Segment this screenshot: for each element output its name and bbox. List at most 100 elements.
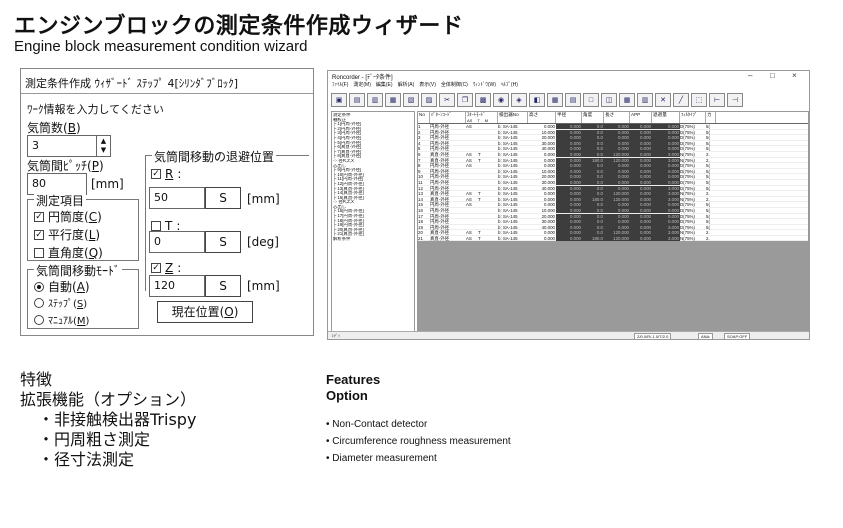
table-cell[interactable]: 0.0 (582, 219, 604, 225)
table-cell[interactable]: 20.000 (528, 174, 556, 179)
col-angle[interactable]: 角度 (582, 112, 604, 123)
new-icon[interactable]: ▣ (331, 93, 347, 107)
table-cell[interactable]: 0.000 (652, 163, 680, 169)
table-cell[interactable]: 180.0 (582, 196, 604, 203)
table-cell[interactable]: 0.000 (652, 140, 680, 147)
col-retreat[interactable]: 退避量 (652, 112, 680, 123)
maximize-icon[interactable]: □ (770, 71, 775, 80)
table-cell[interactable]: 0.000 (604, 140, 630, 147)
current-position-button[interactable]: 現在位置(O) (157, 301, 253, 323)
table-cell[interactable]: 0.000 (556, 146, 582, 152)
table-cell[interactable]: 16 (418, 208, 430, 213)
table-cell[interactable]: 5( (706, 214, 716, 219)
menu-measure[interactable]: 測定(M) (353, 81, 371, 88)
table-cell[interactable]: 5( (706, 141, 716, 146)
table-cell[interactable]: b: SA-145 (498, 202, 528, 207)
table-cell[interactable]: 40.000 (528, 186, 556, 191)
table-cell[interactable]: 円周-外径 (430, 163, 466, 168)
table-cell[interactable]: 0.000 (630, 219, 652, 225)
table-cell[interactable]: 3.000 (652, 196, 680, 203)
table-cell[interactable]: b: SA-145 (498, 163, 528, 168)
select-icon[interactable]: ⬚ (691, 93, 707, 107)
table-cell[interactable]: 20 (418, 230, 430, 235)
table-cell[interactable]: 円周-外径 (430, 174, 466, 179)
table-cell[interactable]: 0.000 (604, 129, 630, 135)
table-cell[interactable]: 3.000 (652, 230, 680, 236)
folder-open-icon[interactable]: ▧ (403, 93, 419, 107)
radio-icon[interactable] (34, 297, 44, 308)
table-cell[interactable]: 5( (706, 163, 716, 168)
save-icon[interactable]: ▥ (367, 93, 383, 107)
table-cell[interactable]: 0.000 (556, 202, 582, 208)
tree-item[interactable]: 解析条件 (333, 237, 413, 242)
table-cell[interactable]: 0.000 (604, 174, 630, 180)
table-cell[interactable]: b: SA-145 (498, 191, 528, 196)
table-cell[interactable]: D(75%) (680, 130, 706, 135)
table-cell[interactable]: 30.000 (528, 141, 556, 146)
table-cell[interactable]: 8 (418, 163, 430, 168)
table-cell[interactable]: 5( (706, 174, 716, 179)
table-cell[interactable]: 0.000 (630, 168, 652, 175)
table-cell[interactable]: b: SA-145 (498, 169, 528, 174)
menu-help[interactable]: ﾍﾙﾌﾟ(H) (501, 81, 518, 88)
retreat-r-set-button[interactable]: S (205, 187, 241, 209)
table-cell[interactable]: 円周-外径 (430, 186, 466, 191)
table-cell[interactable]: b: SA-145 (498, 174, 528, 179)
table-cell[interactable]: 5( (706, 130, 716, 135)
table-cell[interactable]: 21 (418, 236, 430, 241)
table-cell[interactable]: D(75%) (680, 225, 706, 230)
layout-icon[interactable]: ▤ (565, 93, 581, 107)
table-cell[interactable]: 13 (418, 191, 430, 196)
table-cell[interactable]: 0.000 (652, 219, 680, 225)
table-cell[interactable]: 0.000 (556, 140, 582, 147)
table-cell[interactable]: 3.000 (652, 191, 680, 197)
checkbox-icon[interactable]: ✓ (151, 169, 161, 179)
table-cell[interactable]: 2. (706, 191, 716, 196)
list-icon[interactable]: ▥ (637, 93, 653, 107)
col-app[interactable]: APP (630, 112, 652, 123)
table-cell[interactable]: b: SA-145 (498, 219, 528, 224)
measure-item-squareness[interactable]: 直角度(Q) (34, 244, 103, 261)
table-cell[interactable]: 0.000 (604, 146, 630, 152)
table-cell[interactable]: 40.000 (528, 146, 556, 151)
table-cell[interactable]: 5( (706, 124, 716, 129)
table-cell[interactable]: 2. (706, 197, 716, 202)
table-cell[interactable]: D(75%) (680, 163, 706, 168)
table-cell[interactable]: b: SA-145 (498, 186, 528, 191)
condition-tree[interactable]: 測定条件 軸校正 ├ 1[円周-外径] ├ 2[円周-外径] ├ 3[円周-外径] ├ 4… (331, 111, 415, 333)
table-cell[interactable]: D(75%) (680, 208, 706, 213)
table-cell[interactable]: 5 (418, 146, 430, 151)
cut-icon[interactable]: ✂ (439, 93, 455, 107)
table-cell[interactable]: 0.000 (604, 207, 630, 214)
table-cell[interactable]: 5( (706, 208, 716, 213)
x-icon[interactable]: ✕ (655, 93, 671, 107)
table-cell[interactable]: 0.000 (556, 235, 582, 242)
window-icon[interactable]: □ (583, 93, 599, 107)
table-cell[interactable]: 0.000 (528, 163, 556, 168)
table-cell[interactable]: 0.0 (582, 124, 604, 130)
table-cell[interactable]: D(75%) (680, 124, 706, 129)
table-cell[interactable]: 2 (418, 130, 430, 135)
table-cell[interactable]: 0.000 (630, 235, 652, 242)
table-cell[interactable]: N(75%) (680, 191, 706, 196)
table-cell[interactable]: 0.0 (582, 230, 604, 236)
table-cell[interactable]: 15 (418, 202, 430, 207)
table-cell[interactable]: AS (466, 124, 478, 129)
table-cell[interactable]: 円周-外径 (430, 124, 466, 129)
table-cell[interactable]: D(75%) (680, 186, 706, 191)
table-cell[interactable]: 4 (418, 141, 430, 146)
table-cell[interactable]: N(75%) (680, 230, 706, 235)
close-icon[interactable]: × (792, 71, 797, 80)
table-cell[interactable]: 0.000 (630, 207, 652, 214)
checkbox-icon[interactable]: ✓ (34, 229, 44, 240)
table-cell[interactable]: 0.000 (528, 158, 556, 163)
table-cell[interactable]: 2. (706, 158, 716, 163)
table-cell[interactable]: D(75%) (680, 135, 706, 140)
cyl-count-spinner[interactable]: ▲ ▼ (97, 135, 111, 157)
table-cell[interactable]: 0.000 (630, 157, 652, 163)
table-cell[interactable]: 0.000 (652, 202, 680, 208)
measure-item-parallelism[interactable]: ✓ 平行度(L) (34, 226, 100, 243)
table-cell[interactable]: D(75%) (680, 141, 706, 146)
table-cell[interactable]: b: SA-145 (498, 130, 528, 135)
table-cell[interactable]: 0.000 (604, 135, 630, 141)
